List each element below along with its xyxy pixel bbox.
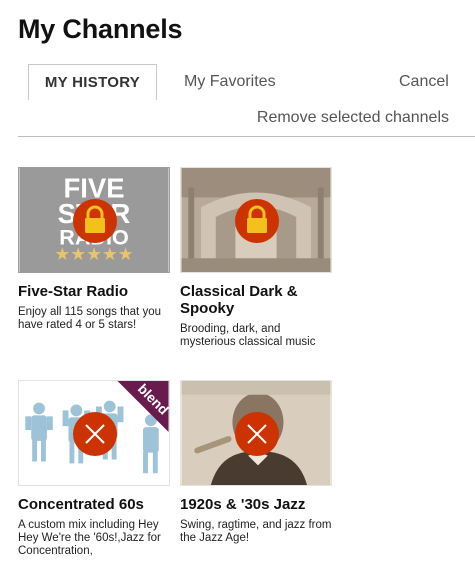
rating-stars: ★★★★★ [54, 245, 133, 265]
channel-thumbnail[interactable]: FIVE STAR RADIO ★★★★★ [18, 167, 170, 273]
channel-thumbnail[interactable]: blend [18, 380, 170, 486]
star-icons: ★★★★★ [54, 245, 133, 265]
channel-card-classical-dark-spooky[interactable]: Classical Dark & Spooky Brooding, dark, … [180, 167, 332, 349]
channel-title: Concentrated 60s [18, 496, 144, 513]
lock-icon[interactable] [72, 198, 118, 244]
channel-card-1920s-30s-jazz[interactable]: 1920s & '30s Jazz Swing, ragtime, and ja… [180, 380, 332, 545]
remove-selected-channels-link[interactable]: Remove selected channels [257, 109, 449, 127]
channel-thumbnail[interactable] [180, 380, 332, 486]
tab-my-favorites[interactable]: My Favorites [184, 73, 276, 91]
channel-description: A custom mix including Hey Hey We're the… [18, 519, 161, 557]
page-title: My Channels [18, 14, 183, 44]
channel-title: Classical Dark & Spooky [180, 283, 298, 317]
close-icon[interactable] [72, 411, 118, 457]
cancel-link[interactable]: Cancel [399, 73, 449, 91]
channel-thumbnail[interactable] [180, 167, 332, 273]
channel-description: Enjoy all 115 songs that you have rated … [18, 306, 161, 331]
channel-description: Swing, ragtime, and jazz from the Jazz A… [180, 519, 332, 544]
lock-icon[interactable] [234, 198, 280, 244]
channel-card-concentrated-60s[interactable]: blend Concentrated 60s A custom mix incl… [18, 380, 170, 558]
tab-my-history[interactable]: MY HISTORY [28, 64, 157, 100]
channel-title: Five-Star Radio [18, 283, 129, 300]
channel-card-five-star-radio[interactable]: FIVE STAR RADIO ★★★★★ Five-Star Radio En… [18, 167, 170, 332]
channel-title: 1920s & '30s Jazz [180, 496, 306, 513]
channel-description: Brooding, dark, and mysterious classical… [180, 323, 316, 348]
close-icon[interactable] [234, 411, 280, 457]
divider [18, 136, 475, 137]
